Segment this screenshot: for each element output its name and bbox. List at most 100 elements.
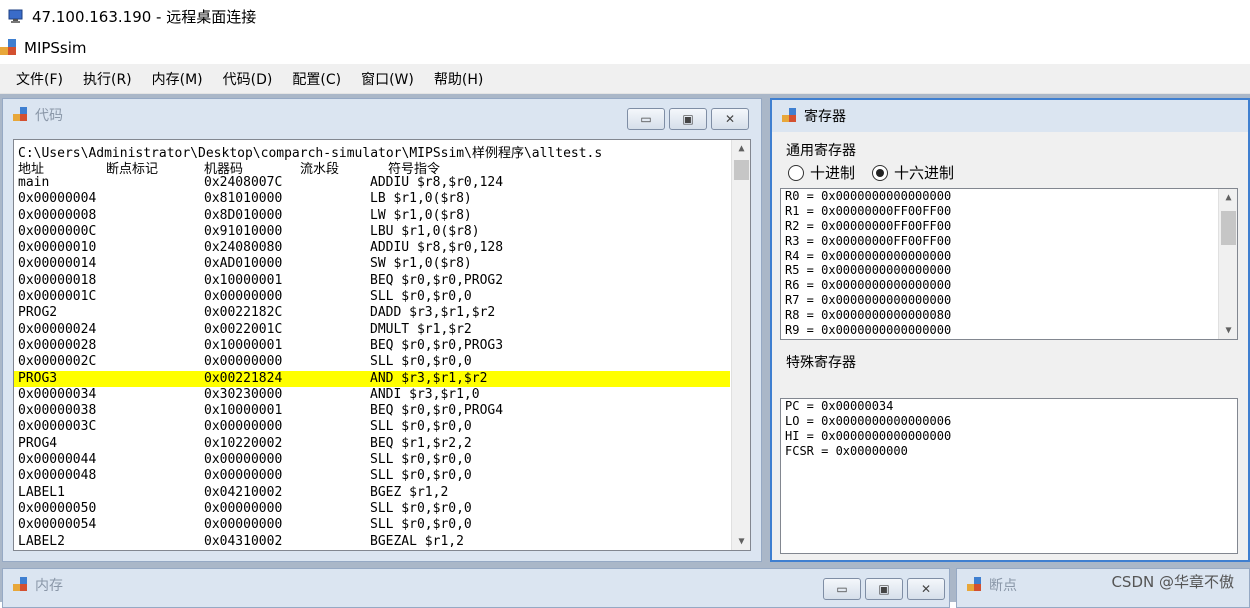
code-address: 0x00000004 [18, 191, 97, 207]
code-row[interactable]: PROG3 0x00221824 AND $r3,$r1,$r2 [14, 370, 730, 387]
restore-icon: ▣ [682, 112, 694, 126]
gpr-scrollbar[interactable]: ▲ ▼ [1218, 189, 1237, 339]
code-row[interactable]: 0x00000018 0x10000001 BEQ $r0,$r0,PROG2 [14, 273, 730, 289]
gpr-entry: R6 = 0x0000000000000000 [785, 278, 952, 293]
code-instruction: BEQ $r0,$r0,PROG3 [370, 337, 504, 353]
code-address: PROG4 [18, 435, 58, 451]
code-instruction: SLL $r0,$r0,0 [370, 419, 472, 435]
gpr-entry: R5 = 0x0000000000000000 [785, 263, 952, 278]
code-row[interactable]: LABEL1 0x04210002 BGEZ $r1,2 [14, 485, 730, 501]
radio-decimal[interactable] [788, 164, 804, 181]
code-address: LABEL2 [18, 533, 65, 549]
code-row[interactable]: 0x00000008 0x8D010000 LW $r1,0($r8) [14, 208, 730, 224]
scroll-up-icon[interactable]: ▲ [732, 140, 750, 157]
gpr-list[interactable]: R0 = 0x0000000000000000 R1 = 0x00000000FF… [780, 188, 1238, 340]
menu-help[interactable]: 帮助(H) [426, 69, 491, 89]
memory-minimize-button[interactable]: ▭ [823, 578, 861, 600]
memory-window-caption[interactable]: 内存 [3, 569, 949, 601]
radix-hex-label: 十六进制 [894, 164, 955, 182]
menu-memory[interactable]: 内存(M) [144, 69, 211, 89]
code-machine-code: 0x91010000 [204, 223, 283, 239]
spr-label: 特殊寄存器 [786, 355, 856, 371]
menu-file[interactable]: 文件(F) [8, 69, 71, 89]
code-row[interactable]: 0x00000038 0x10000001 BEQ $r0,$r0,PROG4 [14, 403, 730, 419]
code-address: 0x00000024 [18, 321, 97, 337]
gpr-scroll-thumb[interactable] [1221, 211, 1236, 245]
code-machine-code: 0x10000001 [204, 337, 283, 353]
gpr-label: 通用寄存器 [786, 143, 856, 159]
memory-window-icon [13, 577, 29, 593]
code-instruction: SLL $r0,$r0,0 [370, 452, 472, 468]
memory-close-button[interactable]: ✕ [907, 578, 945, 600]
code-machine-code: 0x00000000 [204, 468, 283, 484]
code-machine-code: 0x00000000 [204, 452, 283, 468]
radix-hex-option[interactable]: 十六进制 [872, 162, 954, 183]
memory-restore-button[interactable]: ▣ [865, 578, 903, 600]
code-row[interactable]: 0x0000002C 0x00000000 SLL $r0,$r0,0 [14, 354, 730, 370]
gpr-entry: R8 = 0x0000000000000080 [785, 308, 952, 323]
code-instruction: SLL $r0,$r0,0 [370, 500, 472, 516]
code-machine-code: 0x30230000 [204, 386, 283, 402]
code-instruction: BEQ $r0,$r0,PROG2 [370, 272, 504, 288]
code-instruction: ADDIU $r8,$r0,128 [370, 240, 504, 256]
code-address: LABEL1 [18, 484, 65, 500]
code-instruction: SW $r1,0($r8) [370, 256, 472, 272]
code-address: 0x0000002C [18, 354, 97, 370]
code-instruction: SLL $r0,$r0,0 [370, 289, 472, 305]
code-instruction: AND $r3,$r1,$r2 [370, 370, 488, 386]
code-instruction: BGEZAL $r1,2 [370, 533, 464, 549]
gpr-entry: R4 = 0x0000000000000000 [785, 248, 952, 263]
window-title: 47.100.163.190 - 远程桌面连接 [32, 7, 257, 26]
code-machine-code: 0x0022001C [204, 321, 283, 337]
code-row[interactable]: 0x00000028 0x10000001 BEQ $r0,$r0,PROG3 [14, 338, 730, 354]
code-scrollbar[interactable]: ▲ ▼ [731, 140, 750, 550]
spr-list[interactable]: PC = 0x00000034 LO = 0x0000000000000006 HI… [780, 398, 1238, 554]
code-address: 0x00000050 [18, 500, 97, 516]
menu-window[interactable]: 窗口(W) [353, 69, 422, 89]
register-window-caption[interactable]: 寄存器 [772, 100, 1248, 132]
code-row[interactable]: 0x0000000C 0x91010000 LBU $r1,0($r8) [14, 224, 730, 240]
app-titlebar: MIPSsim [0, 32, 1250, 64]
menu-config[interactable]: 配置(C) [284, 69, 349, 89]
code-row[interactable]: 0x0000001C 0x00000000 SLL $r0,$r0,0 [14, 289, 730, 305]
code-machine-code: 0x04310002 [204, 533, 283, 549]
gpr-scroll-down-icon[interactable]: ▼ [1219, 322, 1237, 339]
register-window-icon [782, 108, 798, 124]
code-instruction: BEQ $r1,$r2,2 [370, 435, 472, 451]
code-row[interactable]: 0x00000034 0x30230000 ANDI $r3,$r1,0 [14, 387, 730, 403]
code-window-icon [13, 107, 29, 123]
code-listing[interactable]: C:\Users\Administrator\Desktop\comparch-… [13, 139, 751, 551]
code-row[interactable]: PROG2 0x0022182C DADD $r3,$r1,$r2 [14, 305, 730, 321]
code-window: 代码 ▭ ▣ ✕ C:\Users\Administrator\Desktop\… [2, 98, 762, 562]
code-row[interactable]: 0x00000048 0x00000000 SLL $r0,$r0,0 [14, 468, 730, 484]
code-row[interactable]: 0x00000050 0x00000000 SLL $r0,$r0,0 [14, 501, 730, 517]
code-row[interactable]: 0x0000003C 0x00000000 SLL $r0,$r0,0 [14, 419, 730, 435]
menu-run[interactable]: 执行(R) [75, 69, 140, 89]
gpr-entry: R1 = 0x00000000FF00FF00 [785, 203, 952, 218]
close-button[interactable]: ✕ [711, 108, 749, 130]
code-row[interactable]: 0x00000044 0x00000000 SLL $r0,$r0,0 [14, 452, 730, 468]
code-row[interactable]: 0x00000054 0x00000000 SLL $r0,$r0,0 [14, 517, 730, 533]
scroll-thumb[interactable] [734, 160, 749, 180]
code-row[interactable]: PROG4 0x10220002 BEQ $r1,$r2,2 [14, 436, 730, 452]
code-instruction: SLL $r0,$r0,0 [370, 468, 472, 484]
code-address: PROG3 [18, 370, 58, 386]
code-row[interactable]: 0x00000014 0xAD010000 SW $r1,0($r8) [14, 256, 730, 272]
code-row[interactable]: 0x00000010 0x24080080 ADDIU $r8,$r0,128 [14, 240, 730, 256]
code-row[interactable]: 0x00000004 0x81010000 LB $r1,0($r8) [14, 191, 730, 207]
close-icon: ✕ [724, 112, 736, 126]
menu-code[interactable]: 代码(D) [215, 69, 281, 89]
radix-decimal-option[interactable]: 十进制 [788, 162, 855, 183]
gpr-scroll-up-icon[interactable]: ▲ [1219, 189, 1237, 206]
restore-button[interactable]: ▣ [669, 108, 707, 130]
code-row[interactable]: 0x00000024 0x0022001C DMULT $r1,$r2 [14, 322, 730, 338]
code-instruction: LBU $r1,0($r8) [370, 223, 480, 239]
code-row[interactable]: main 0x2408007C ADDIU $r8,$r0,124 [14, 175, 730, 191]
scroll-down-icon[interactable]: ▼ [732, 533, 750, 550]
code-address: 0x00000048 [18, 468, 97, 484]
code-row[interactable]: LABEL2 0x04310002 BGEZAL $r1,2 [14, 534, 730, 550]
radio-hex[interactable] [872, 164, 888, 181]
code-address: 0x00000034 [18, 386, 97, 402]
code-instruction: LB $r1,0($r8) [370, 191, 472, 207]
minimize-button[interactable]: ▭ [627, 108, 665, 130]
